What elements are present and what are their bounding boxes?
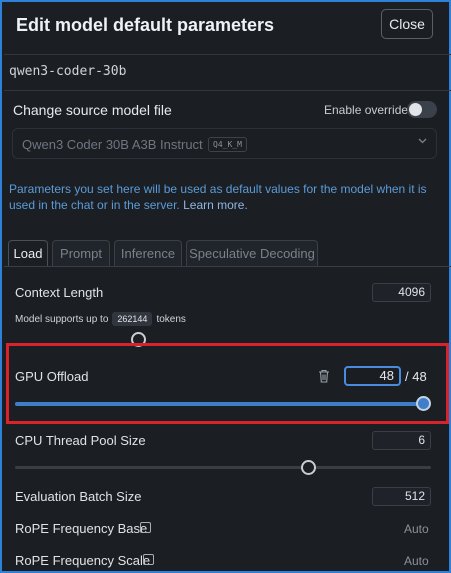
cpu-thread-pool-label: CPU Thread Pool Size	[15, 433, 146, 448]
source-section-title: Change source model file	[13, 102, 172, 118]
chevron-down-icon	[417, 135, 428, 149]
model-identifier: qwen3-coder-30b	[9, 64, 127, 79]
divider	[4, 90, 451, 91]
hint-prefix: Model supports up to	[15, 314, 109, 325]
max-context-badge: 262144	[112, 312, 153, 326]
learn-more-link[interactable]: Learn more.	[183, 198, 248, 212]
rope-base-label: RoPE Frequency Base	[15, 521, 148, 536]
tab-speculative-decoding[interactable]: Speculative Decoding	[186, 240, 318, 266]
divider	[4, 54, 451, 55]
eval-batch-size-input[interactable]: 512	[372, 487, 431, 506]
highlight-box	[6, 343, 449, 424]
dialog-header: Edit model default parameters Close	[4, 4, 451, 54]
source-model-select[interactable]: Qwen3 Coder 30B A3B Instruct Q4_K_M	[12, 128, 437, 159]
rope-scale-value: Auto	[404, 554, 429, 568]
cpu-thread-slider-track[interactable]	[15, 466, 431, 469]
override-label: Enable override	[324, 103, 409, 117]
tab-divider	[4, 266, 451, 267]
rope-base-checkbox[interactable]	[140, 522, 151, 533]
context-length-input[interactable]: 4096	[372, 283, 431, 302]
dialog-window: Edit model default parameters Close qwen…	[0, 0, 451, 573]
cpu-thread-slider-thumb[interactable]	[301, 460, 316, 475]
hint-suffix: tokens	[156, 314, 186, 325]
dialog-title: Edit model default parameters	[16, 15, 275, 35]
override-toggle[interactable]	[407, 101, 437, 118]
info-text: Parameters you set here will be used as …	[9, 181, 441, 213]
tab-inference[interactable]: Inference	[114, 240, 182, 266]
rope-scale-checkbox[interactable]	[143, 554, 154, 565]
context-length-hint: Model supports up to 262144 tokens	[15, 312, 186, 326]
eval-batch-size-label: Evaluation Batch Size	[15, 489, 142, 504]
tab-prompt[interactable]: Prompt	[52, 240, 110, 266]
rope-base-value: Auto	[404, 522, 429, 536]
quant-badge: Q4_K_M	[208, 137, 247, 152]
tab-load[interactable]: Load	[8, 240, 48, 266]
tab-bar: Load Prompt Inference Speculative Decodi…	[4, 240, 451, 266]
cpu-thread-pool-input[interactable]: 6	[372, 431, 431, 450]
toggle-knob	[409, 103, 422, 116]
context-length-label: Context Length	[15, 285, 104, 300]
close-button[interactable]: Close	[381, 9, 433, 39]
selected-model-name: Qwen3 Coder 30B A3B Instruct	[22, 137, 203, 152]
rope-scale-label: RoPE Frequency Scale	[15, 553, 151, 568]
